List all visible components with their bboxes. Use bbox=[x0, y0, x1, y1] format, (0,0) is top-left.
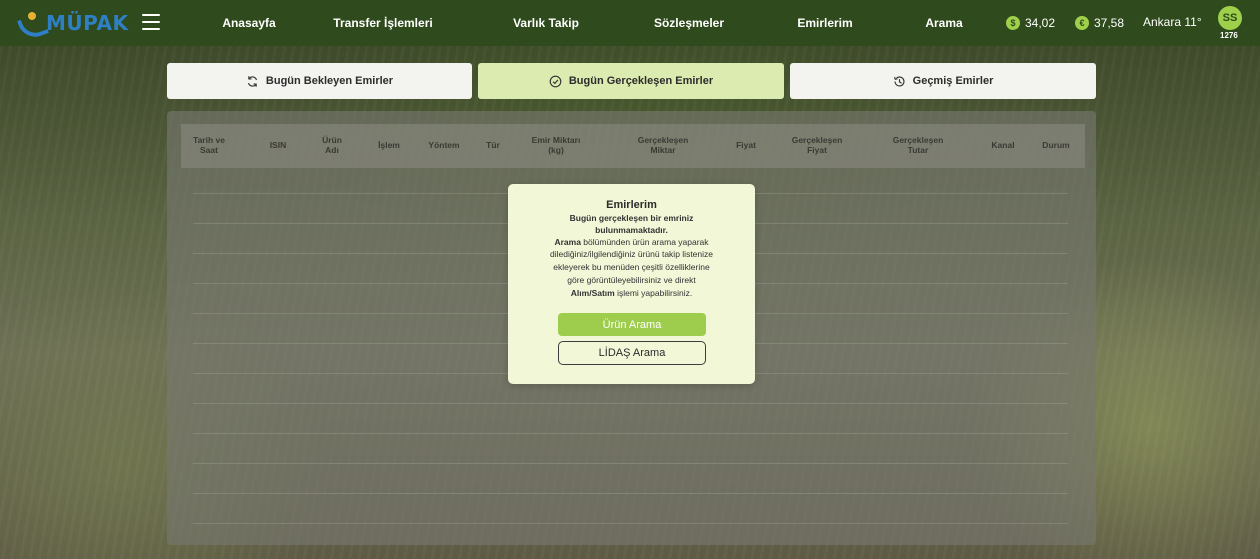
eur-rate: € 37,58 bbox=[1075, 15, 1124, 31]
tab-pending-orders[interactable]: Bugün Bekleyen Emirler bbox=[167, 63, 472, 99]
col-header-realized-amount: Gerçekleşen Miktar bbox=[637, 135, 689, 155]
eur-rate-value: 37,58 bbox=[1094, 16, 1125, 30]
table-row-divider bbox=[193, 523, 1068, 524]
hamburger-menu-icon[interactable] bbox=[142, 14, 160, 30]
nav-link-anasayfa[interactable]: Anasayfa bbox=[222, 0, 275, 46]
dialog-info-line: göre görüntüleyebilirsiniz ve direkt bbox=[567, 275, 696, 285]
table-row-divider bbox=[193, 403, 1068, 404]
dollar-icon: $ bbox=[1006, 16, 1020, 30]
col-header-order-amount: Emir Miktarı (kg) bbox=[531, 135, 581, 155]
brand-logo[interactable]: MÜPAK bbox=[18, 9, 128, 37]
dialog-title: Emirlerim bbox=[606, 199, 657, 211]
col-header-status: Durum bbox=[1042, 140, 1070, 151]
lidas-search-button[interactable]: LİDAŞ Arama bbox=[558, 341, 706, 365]
col-header-transaction: İşlem bbox=[378, 140, 400, 151]
table-header: Tarih ve Saat ISIN Ürün Adı İşlem Yöntem T… bbox=[181, 124, 1085, 168]
weather-info: Ankara 11° bbox=[1143, 15, 1202, 29]
col-header-price: Fiyat bbox=[736, 140, 756, 151]
col-header-realized-total: Gerçekleşen Tutar bbox=[892, 135, 944, 155]
table-row-divider bbox=[193, 463, 1068, 464]
dialog-info-line: Arama bölümünden ürün arama yaparak bbox=[554, 237, 709, 247]
dialog-message-line: bulunmamaktadır. bbox=[595, 225, 668, 235]
col-header-date-time: Tarih ve Saat bbox=[193, 135, 225, 155]
col-header-method: Yöntem bbox=[428, 140, 460, 151]
tab-label: Bugün Gerçekleşen Emirler bbox=[568, 75, 714, 87]
nav-link-sozlesmeler[interactable]: Sözleşmeler bbox=[654, 0, 724, 46]
col-header-isin: ISIN bbox=[269, 140, 287, 151]
top-navbar: MÜPAK Anasayfa Transfer İşlemleri Varlık… bbox=[0, 0, 1260, 46]
refresh-icon bbox=[247, 75, 258, 87]
tab-label: Geçmiş Emirler bbox=[912, 75, 994, 87]
table-row-divider bbox=[193, 433, 1068, 434]
tab-past-orders[interactable]: Geçmiş Emirler bbox=[790, 63, 1096, 99]
user-avatar[interactable]: SS bbox=[1218, 6, 1242, 30]
nav-link-emirlerim[interactable]: Emirlerim bbox=[797, 0, 852, 46]
account-number: 1276 bbox=[1220, 31, 1238, 40]
dialog-message-line: Bugün gerçekleşen bir emriniz bbox=[569, 213, 694, 223]
euro-icon: € bbox=[1075, 16, 1089, 30]
product-search-button[interactable]: Ürün Arama bbox=[558, 313, 706, 336]
col-header-type: Tür bbox=[486, 140, 500, 151]
col-header-product-name: Ürün Adı bbox=[322, 135, 342, 155]
dialog-info-line: ekleyerek bu menüden çeşitli özellikleri… bbox=[553, 262, 710, 272]
history-icon bbox=[893, 75, 905, 87]
table-row-divider bbox=[193, 493, 1068, 494]
nav-link-arama[interactable]: Arama bbox=[925, 0, 962, 46]
usd-rate-value: 34,02 bbox=[1025, 16, 1056, 30]
check-circle-icon bbox=[549, 75, 562, 87]
tab-label: Bugün Bekleyen Emirler bbox=[265, 75, 394, 87]
usd-rate: $ 34,02 bbox=[1006, 15, 1055, 31]
brand-name: MÜPAK bbox=[46, 11, 129, 35]
dialog-info-line: Alım/Satım işlemi yapabilirsiniz. bbox=[570, 288, 693, 298]
nav-link-transfer[interactable]: Transfer İşlemleri bbox=[333, 0, 432, 46]
col-header-realized-price: Gerçekleşen Fiyat bbox=[791, 135, 843, 155]
tab-completed-orders[interactable]: Bugün Gerçekleşen Emirler bbox=[478, 63, 784, 99]
nav-link-varlik-takip[interactable]: Varlık Takip bbox=[513, 0, 579, 46]
col-header-channel: Kanal bbox=[991, 140, 1015, 151]
dialog-info-line: dilediğiniz/ilgilendiğiniz ürünü takip l… bbox=[549, 249, 713, 259]
logo-icon bbox=[18, 12, 44, 34]
